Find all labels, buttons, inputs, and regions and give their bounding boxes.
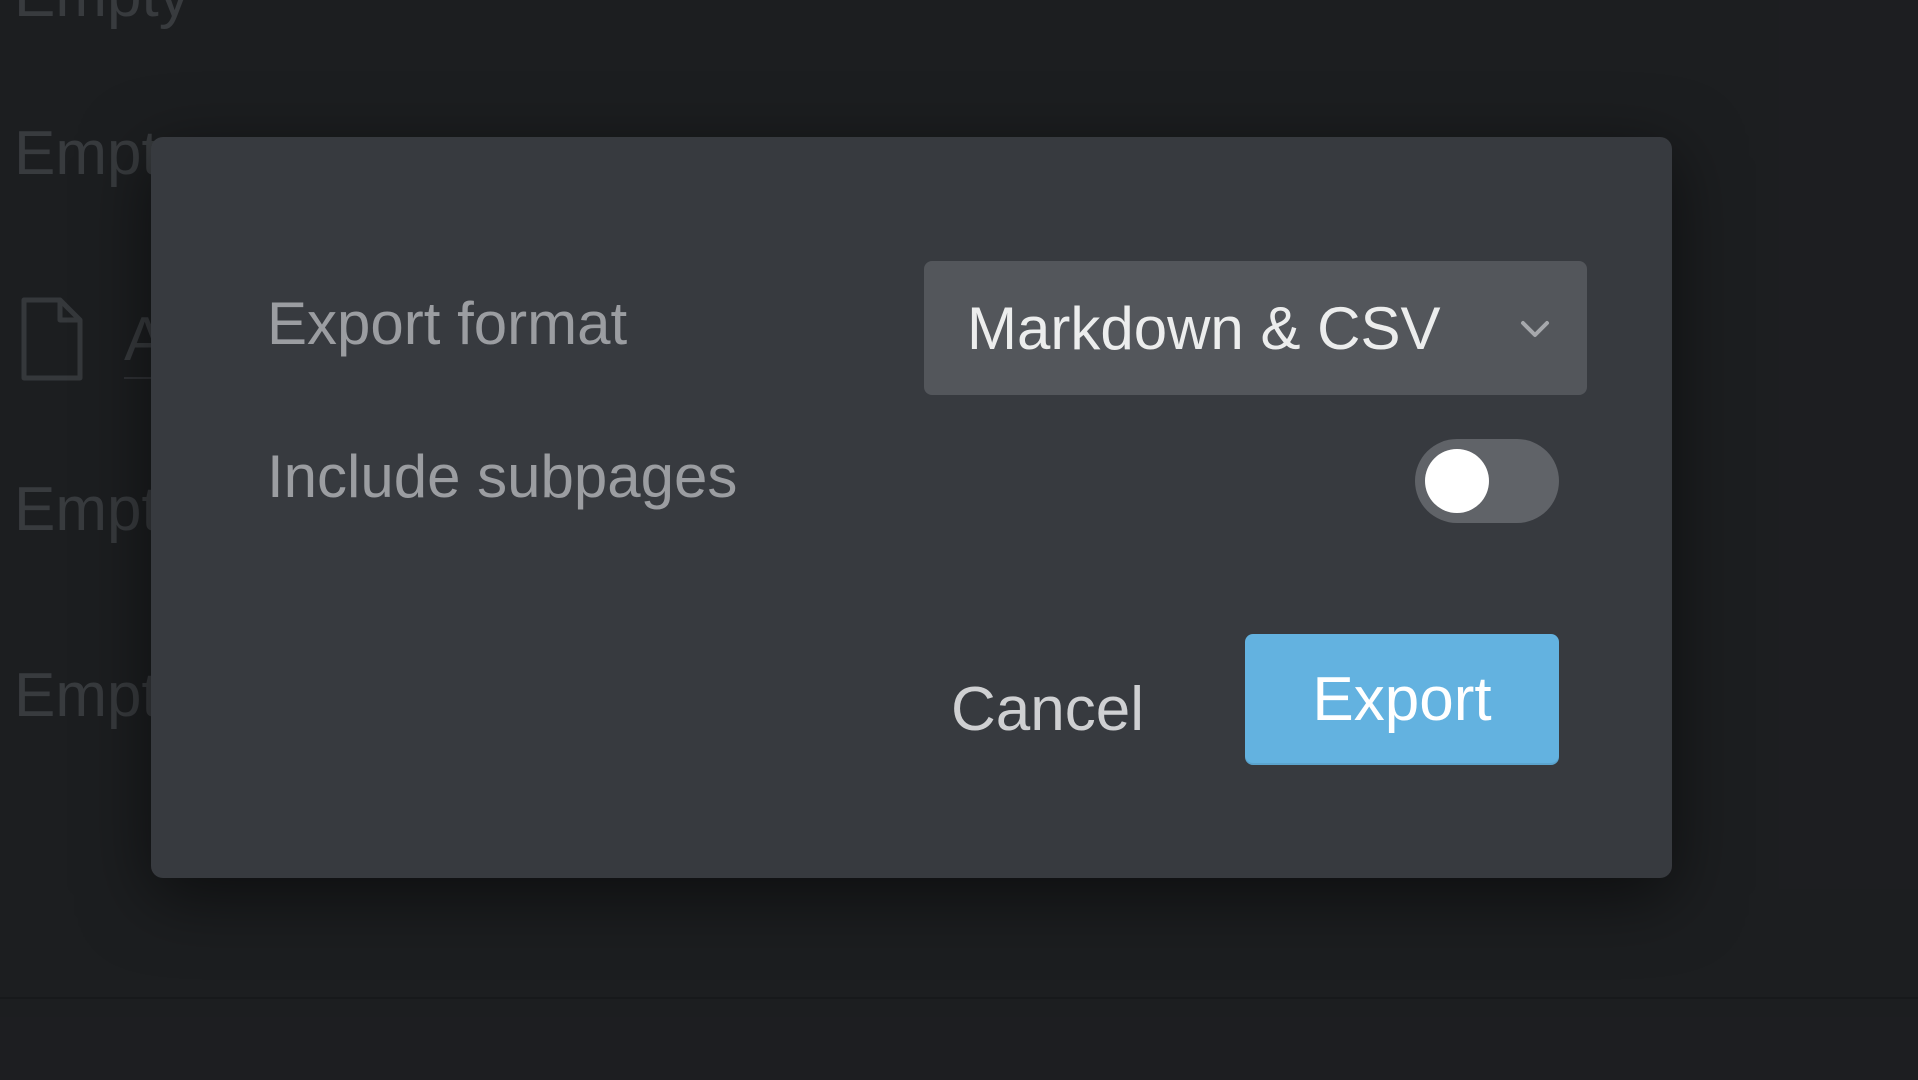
export-format-select[interactable]: Markdown & CSV <box>924 261 1587 395</box>
chevron-down-icon <box>1517 311 1553 347</box>
include-subpages-toggle[interactable] <box>1415 439 1559 523</box>
export-dialog: Export format Markdown & CSV Include sub… <box>151 137 1672 878</box>
export-format-value: Markdown & CSV <box>967 294 1441 362</box>
cancel-button[interactable]: Cancel <box>951 659 1144 759</box>
include-subpages-label: Include subpages <box>267 443 738 510</box>
export-format-label: Export format <box>267 290 628 357</box>
toggle-knob <box>1425 449 1489 513</box>
export-button[interactable]: Export <box>1245 634 1559 765</box>
